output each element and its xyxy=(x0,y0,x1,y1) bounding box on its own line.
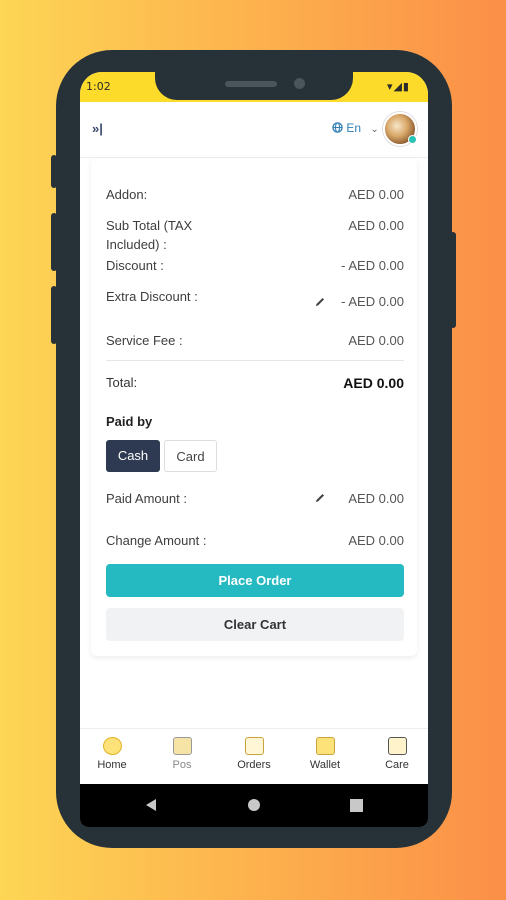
phone-screen: 1:02 ▾◢▮ »| En ⌄ Addon: AED 0.00 Sub Tot… xyxy=(80,72,428,827)
total-value: AED 0.00 xyxy=(343,375,404,391)
extra-discount-value: - AED 0.00 xyxy=(341,294,404,309)
clear-cart-button[interactable]: Clear Cart xyxy=(106,608,404,641)
language-label: En xyxy=(346,121,362,135)
nav-item-wallet[interactable]: Wallet xyxy=(295,737,355,771)
divider xyxy=(106,360,404,361)
nav-label-wallet: Wallet xyxy=(309,759,341,771)
order-summary-card: Addon: AED 0.00 Sub Total (TAX Included)… xyxy=(91,158,417,656)
subtotal-value: AED 0.00 xyxy=(348,218,404,233)
discount-label: Discount : xyxy=(106,258,164,273)
addon-label: Addon: xyxy=(106,187,148,202)
nav-item-home[interactable]: Home xyxy=(82,737,142,771)
subtotal-label-line2: Included) : xyxy=(106,237,167,252)
phone-power-button xyxy=(450,232,456,328)
bottom-navigation: Home Pos Orders Wallet Care xyxy=(80,728,428,784)
phone-volume-up-button xyxy=(51,213,57,271)
speaker-grille xyxy=(225,81,277,87)
pay-card-button[interactable]: Card xyxy=(164,440,217,472)
extra-discount-row: Extra Discount : - AED 0.00 xyxy=(106,287,404,311)
collapse-sidebar-icon[interactable]: »| xyxy=(92,121,103,136)
pos-icon xyxy=(172,737,192,755)
avatar[interactable] xyxy=(383,112,417,146)
paid-by-label: Paid by xyxy=(106,414,153,429)
nav-label-orders: Orders xyxy=(237,759,271,771)
nav-item-orders[interactable]: Orders xyxy=(224,737,284,771)
phone-side-button xyxy=(51,155,57,188)
nav-item-care[interactable]: Care xyxy=(367,737,427,771)
status-icons: ▾◢▮ xyxy=(386,81,410,93)
pay-cash-button[interactable]: Cash xyxy=(106,440,160,472)
wallet-icon xyxy=(315,737,335,755)
edit-extra-discount-icon[interactable] xyxy=(314,296,326,308)
home-circle-icon[interactable] xyxy=(247,798,261,812)
service-fee-label: Service Fee : xyxy=(106,333,183,348)
nav-label-pos: Pos xyxy=(172,759,192,771)
app-bar: »| En ⌄ xyxy=(80,102,428,158)
orders-icon xyxy=(244,737,264,755)
service-fee-value: AED 0.00 xyxy=(348,333,404,348)
discount-value: - AED 0.00 xyxy=(341,258,404,273)
front-camera xyxy=(294,78,305,89)
back-icon[interactable] xyxy=(144,798,158,812)
addon-value: AED 0.00 xyxy=(348,187,404,202)
place-order-button[interactable]: Place Order xyxy=(106,564,404,597)
globe-icon xyxy=(332,122,343,133)
nav-item-pos[interactable]: Pos xyxy=(152,737,212,771)
system-navigation-bar xyxy=(80,784,428,827)
extra-discount-label: Extra Discount : xyxy=(106,289,198,304)
subtotal-label-line1: Sub Total (TAX xyxy=(106,218,193,233)
phone-notch xyxy=(155,72,353,100)
chevron-down-icon: ⌄ xyxy=(370,124,379,135)
paid-amount-label: Paid Amount : xyxy=(106,491,187,506)
language-selector[interactable]: En ⌄ xyxy=(332,121,379,135)
paid-amount-value: AED 0.00 xyxy=(348,491,404,506)
total-label: Total: xyxy=(106,375,138,390)
status-time: 1:02 xyxy=(86,80,111,93)
nav-label-care: Care xyxy=(385,759,409,771)
home-icon xyxy=(102,737,122,755)
care-icon xyxy=(387,737,407,755)
change-amount-label: Change Amount : xyxy=(106,533,207,548)
edit-paid-amount-icon[interactable] xyxy=(314,492,326,504)
online-status-icon xyxy=(408,135,417,144)
nav-label-home: Home xyxy=(97,759,127,771)
change-amount-value: AED 0.00 xyxy=(348,533,404,548)
recents-icon[interactable] xyxy=(350,799,363,812)
phone-volume-down-button xyxy=(51,286,57,344)
